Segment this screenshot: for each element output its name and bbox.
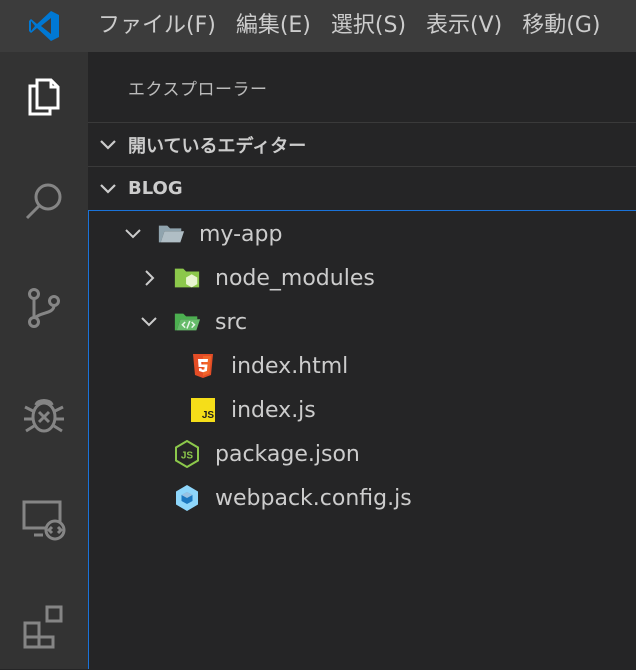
debug-icon[interactable] [0, 370, 88, 458]
remote-explorer-icon[interactable] [0, 476, 88, 564]
tree-item-label: package.json [215, 441, 360, 467]
chevron-down-icon[interactable] [121, 222, 145, 246]
tree-item-label: my-app [199, 221, 283, 247]
chevron-down-icon [88, 135, 128, 155]
tree-item-label: index.html [231, 353, 349, 379]
html5-icon [189, 352, 217, 380]
tree-item-package-json[interactable]: JS package.json [89, 432, 636, 476]
workspace-label: BLOG [128, 178, 183, 199]
tree-item-label: node_modules [215, 265, 375, 291]
javascript-icon: JS [189, 396, 217, 424]
tree-item-index-js[interactable]: JS index.js [89, 388, 636, 432]
tree-item-index-html[interactable]: index.html [89, 344, 636, 388]
explorer-sidebar: エクスプローラー 開いているエディター BLOG my-app node_mod… [88, 52, 636, 669]
explorer-icon[interactable] [0, 52, 88, 140]
svg-text:JS: JS [181, 451, 194, 462]
extensions-icon[interactable] [0, 582, 88, 670]
menu-selection[interactable]: 選択(S) [321, 0, 416, 52]
chevron-down-icon [88, 179, 128, 199]
nodejs-icon: JS [173, 440, 201, 468]
workspace-section-header[interactable]: BLOG [88, 166, 636, 210]
tree-item-src[interactable]: src [89, 300, 636, 344]
activity-bar [0, 52, 88, 669]
menu-view[interactable]: 表示(V) [416, 0, 512, 52]
tree-item-my-app[interactable]: my-app [89, 212, 636, 256]
folder-open-icon [157, 220, 185, 248]
vscode-logo-icon[interactable] [0, 0, 88, 52]
chevron-down-icon[interactable] [137, 310, 161, 334]
menu-edit[interactable]: 編集(E) [226, 0, 321, 52]
tree-item-label: src [215, 309, 248, 335]
tree-item-node-modules[interactable]: node_modules [89, 256, 636, 300]
sidebar-title: エクスプローラー [128, 79, 268, 100]
chevron-right-icon[interactable] [137, 266, 161, 290]
svg-text:JS: JS [202, 410, 215, 421]
open-editors-section-header[interactable]: 開いているエディター [88, 122, 636, 166]
src-folder-icon [173, 308, 201, 336]
open-editors-label: 開いているエディター [128, 135, 307, 157]
webpack-icon [173, 484, 201, 512]
menubar: ファイル(F) 編集(E) 選択(S) 表示(V) 移動(G) [0, 0, 636, 52]
tree-item-label: index.js [231, 397, 316, 423]
node-folder-icon [173, 264, 201, 292]
tree-item-webpack-config[interactable]: webpack.config.js [89, 476, 636, 520]
tree-item-label: webpack.config.js [215, 485, 412, 511]
menu-go[interactable]: 移動(G) [512, 0, 610, 52]
source-control-icon[interactable] [0, 264, 88, 352]
file-tree: my-app node_modules src index.html JS in… [88, 210, 636, 669]
search-icon[interactable] [0, 158, 88, 246]
menu-file[interactable]: ファイル(F) [88, 0, 226, 52]
